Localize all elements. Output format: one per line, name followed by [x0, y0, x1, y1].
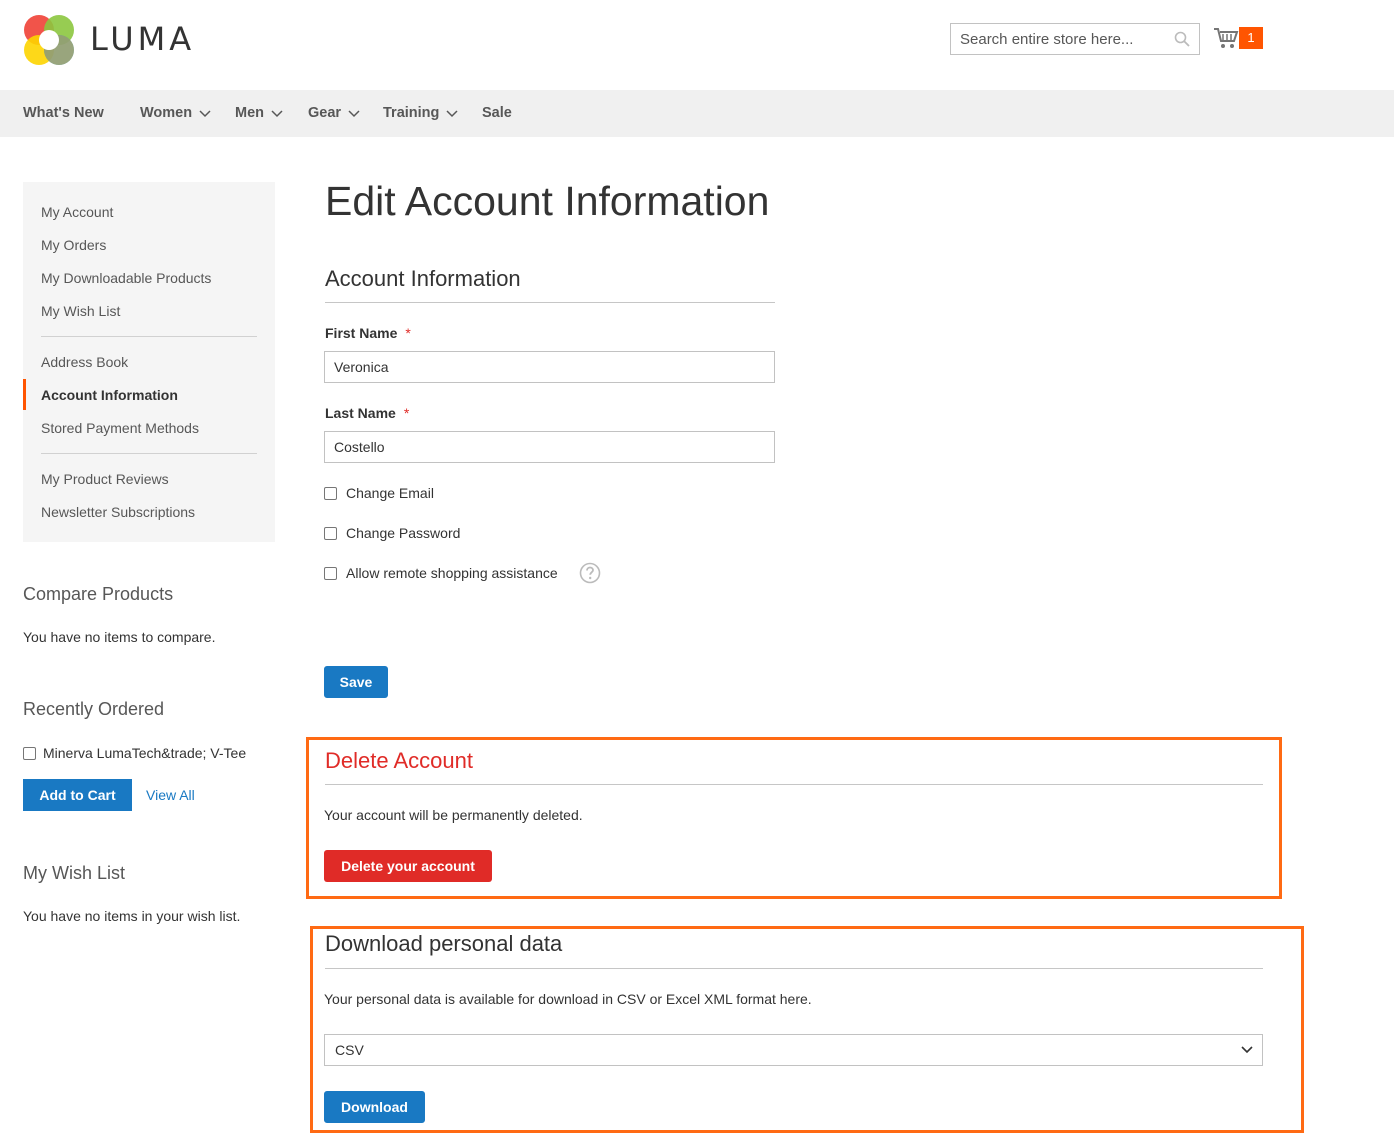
page-header: LUMA 1 [0, 0, 1394, 90]
change-email-checkbox[interactable] [324, 486, 337, 500]
page-title: Edit Account Information [325, 178, 770, 224]
account-information-title: Account Information [325, 266, 521, 291]
luma-logo-icon[interactable] [23, 14, 75, 66]
sidebar-item-downloadable-products[interactable]: My Downloadable Products [41, 270, 211, 286]
recently-ordered-item: Minerva LumaTech&trade; V-Tee [23, 745, 246, 761]
nav-item-whats-new[interactable]: What's New [23, 90, 104, 137]
nav-item-sale[interactable]: Sale [482, 90, 512, 137]
sidebar-item-product-reviews[interactable]: My Product Reviews [41, 471, 169, 487]
download-data-title: Download personal data [325, 931, 563, 956]
last-name-label-text: Last Name [325, 405, 396, 421]
nav-item-label: Women [140, 105, 193, 121]
chevron-down-icon [1241, 1046, 1253, 1054]
search-icon[interactable] [1174, 31, 1190, 47]
first-name-label: First Name * [325, 325, 411, 341]
download-data-text: Your personal data is available for down… [324, 991, 812, 1007]
first-name-input[interactable] [324, 351, 775, 383]
section-divider [325, 784, 1263, 785]
search-input[interactable] [951, 24, 1161, 54]
sidebar-item-account-information[interactable]: Account Information [41, 387, 178, 403]
chevron-down-icon [446, 109, 458, 117]
compare-empty-text: You have no items to compare. [23, 629, 216, 645]
nav-item-label: What's New [23, 105, 104, 121]
required-mark: * [403, 405, 410, 421]
download-format-select[interactable]: CSV [324, 1034, 1263, 1066]
required-mark: * [405, 325, 411, 341]
wishlist-title: My Wish List [23, 863, 126, 883]
download-button[interactable]: Download [324, 1091, 425, 1123]
brand-name[interactable]: LUMA [90, 20, 195, 58]
nav-item-label: Gear [308, 105, 342, 121]
change-password-checkbox[interactable] [324, 526, 337, 540]
section-divider [325, 968, 1263, 969]
sidebar-item-newsletter-subscriptions[interactable]: Newsletter Subscriptions [41, 504, 195, 520]
change-email-label[interactable]: Change Email [346, 485, 434, 501]
first-name-label-text: First Name [325, 325, 398, 341]
chevron-down-icon [348, 109, 360, 117]
sidebar-item-stored-payment-methods[interactable]: Stored Payment Methods [41, 420, 199, 436]
change-password-row: Change Password [324, 525, 460, 541]
save-button[interactable]: Save [324, 666, 388, 698]
section-divider [325, 302, 775, 303]
remote-assistance-label[interactable]: Allow remote shopping assistance [346, 565, 558, 581]
nav-item-label: Training [383, 105, 440, 121]
nav-item-women[interactable]: Women [140, 90, 211, 137]
chevron-down-icon [199, 109, 211, 117]
nav-item-label: Men [235, 105, 264, 121]
download-data-highlight [310, 926, 1304, 1133]
remote-assistance-checkbox[interactable] [324, 566, 337, 580]
active-indicator [23, 379, 26, 410]
cart-icon[interactable] [1213, 26, 1239, 50]
recently-ordered-item-label: Minerva LumaTech&trade; V-Tee [43, 745, 247, 761]
delete-account-button[interactable]: Delete your account [324, 850, 492, 882]
sidebar-item-my-orders[interactable]: My Orders [41, 237, 106, 253]
change-email-row: Change Email [324, 485, 434, 501]
chevron-down-icon [271, 109, 283, 117]
sidebar-item-my-account[interactable]: My Account [41, 204, 113, 220]
account-sidebar: My Account My Orders My Downloadable Pro… [23, 182, 275, 542]
add-to-cart-button[interactable]: Add to Cart [23, 779, 132, 811]
cart-count-badge[interactable]: 1 [1239, 27, 1263, 49]
nav-item-gear[interactable]: Gear [308, 90, 360, 137]
view-all-link[interactable]: View All [146, 787, 195, 803]
recently-ordered-title: Recently Ordered [23, 699, 165, 719]
compare-products-title: Compare Products [23, 584, 174, 604]
last-name-input[interactable] [324, 431, 775, 463]
main-navigation: What's New Women Men Gear Training Sale [0, 90, 1394, 137]
nav-item-men[interactable]: Men [235, 90, 283, 137]
sidebar-divider [41, 336, 257, 337]
change-password-label[interactable]: Change Password [346, 525, 460, 541]
delete-account-title: Delete Account [325, 748, 473, 773]
search-box[interactable] [950, 23, 1200, 55]
sidebar-item-wish-list[interactable]: My Wish List [41, 303, 120, 319]
sidebar-item-address-book[interactable]: Address Book [41, 354, 128, 370]
remote-assistance-row: Allow remote shopping assistance [324, 562, 601, 584]
delete-account-text: Your account will be permanently deleted… [324, 807, 583, 823]
wishlist-empty-text: You have no items in your wish list. [23, 908, 241, 924]
help-question-icon[interactable] [579, 562, 601, 584]
download-format-value: CSV [335, 1042, 364, 1058]
last-name-label: Last Name * [325, 405, 409, 421]
recently-ordered-checkbox[interactable] [23, 746, 36, 760]
nav-item-training[interactable]: Training [383, 90, 458, 137]
sidebar-divider [41, 453, 257, 454]
nav-item-label: Sale [482, 105, 512, 121]
